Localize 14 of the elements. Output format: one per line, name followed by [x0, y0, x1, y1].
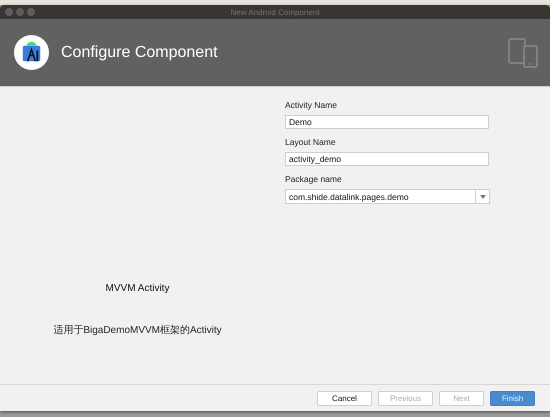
template-name: MVVM Activity	[106, 283, 170, 294]
dialog-button[interactable]: Cancel	[317, 390, 372, 406]
tablet-phone-icon	[508, 38, 538, 68]
field-label: Package name	[285, 174, 343, 184]
template-description: 适用于BigaDemoMVVM框架的Activity	[53, 324, 222, 337]
caret-icon	[480, 194, 486, 198]
input-field[interactable]: Demo	[285, 115, 489, 129]
package-dropdown[interactable]: com.shide.datalink.pages.demo	[285, 189, 490, 204]
window-title: New Android Component	[230, 8, 320, 16]
page-title: Configure Component	[61, 44, 219, 62]
field-label: Activity Name	[285, 100, 338, 110]
input-field[interactable]: activity_demo	[285, 152, 489, 166]
studio-logo-icon	[14, 35, 49, 70]
field-label: Layout Name	[285, 137, 337, 147]
